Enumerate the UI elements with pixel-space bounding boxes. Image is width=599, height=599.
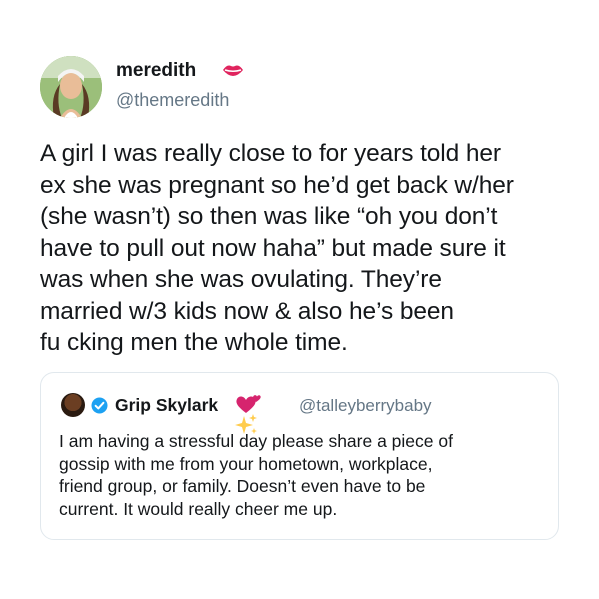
quoted-avatar[interactable] [61, 393, 85, 417]
quoted-tweet-card[interactable]: Grip Skylark @talleyberrybaby I am havin… [40, 372, 559, 540]
quoted-tweet-text: I am having a stressful day please share… [59, 431, 453, 519]
quoted-display-name[interactable]: Grip Skylark [115, 395, 218, 416]
quoted-user-handle[interactable]: @talleyberrybaby [299, 396, 432, 416]
display-name[interactable]: meredith [116, 60, 196, 82]
lips-icon [223, 65, 243, 76]
user-handle[interactable]: @themeredith [116, 90, 229, 111]
verified-badge-icon [91, 397, 108, 414]
avatar-image [40, 56, 102, 118]
two-hearts-icon [236, 395, 261, 413]
tweet-text: A girl I was really close to for years t… [40, 140, 514, 356]
tweet-card: meredith @themeredith A girl I was reall… [0, 0, 599, 599]
avatar[interactable] [40, 56, 102, 118]
